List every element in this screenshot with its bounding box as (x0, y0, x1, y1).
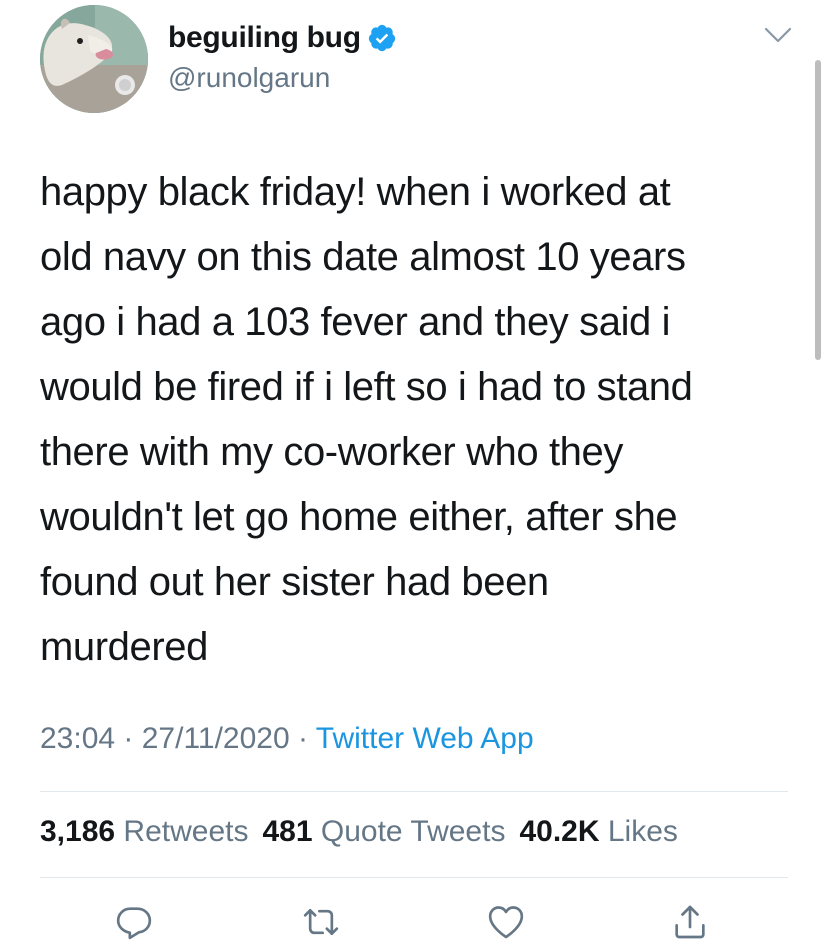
quote-tweets-stat[interactable]: 481 Quote Tweets (262, 815, 519, 848)
likes-stat[interactable]: 40.2K Likes (519, 815, 691, 848)
tweet-text: happy black friday! when i worked at old… (40, 170, 693, 669)
divider (40, 877, 788, 878)
like-button[interactable] (484, 900, 528, 944)
retweets-count: 3,186 (40, 815, 116, 848)
meta-separator: · (289, 722, 316, 755)
author-handle[interactable]: @runolgarun (168, 62, 330, 94)
retweets-label: Retweets (123, 815, 249, 848)
opossum-avatar-icon (40, 5, 148, 113)
share-button[interactable] (668, 900, 712, 944)
likes-label: Likes (607, 815, 678, 848)
tweet-metadata: 23:04 · 27/11/2020 · Twitter Web App (40, 722, 534, 756)
tweet-source[interactable]: Twitter Web App (316, 722, 534, 755)
tweet-date[interactable]: 27/11/2020 (142, 722, 290, 755)
quote-tweets-count: 481 (262, 815, 313, 848)
tweet-stats: 3,186 Retweets 481 Quote Tweets 40.2K Like… (40, 815, 692, 849)
meta-separator: · (115, 722, 142, 755)
tweet-actions (0, 900, 828, 944)
chevron-down-icon[interactable] (763, 24, 793, 46)
avatar[interactable] (40, 5, 148, 113)
retweet-icon (303, 909, 339, 935)
verified-badge-icon (367, 23, 397, 53)
share-icon (675, 905, 705, 939)
tweet-time[interactable]: 23:04 (40, 722, 115, 755)
divider (40, 791, 788, 792)
retweets-stat[interactable]: 3,186 Retweets (40, 815, 262, 848)
reply-icon (116, 907, 152, 940)
reply-button[interactable] (112, 900, 156, 944)
display-name[interactable]: beguiling bug (168, 21, 361, 55)
likes-count: 40.2K (519, 815, 600, 848)
retweet-button[interactable] (299, 900, 343, 944)
quote-tweets-label: Quote Tweets (320, 815, 506, 848)
author-name-row: beguiling bug (168, 18, 397, 58)
heart-icon (488, 906, 524, 939)
scrollbar[interactable] (815, 60, 821, 360)
